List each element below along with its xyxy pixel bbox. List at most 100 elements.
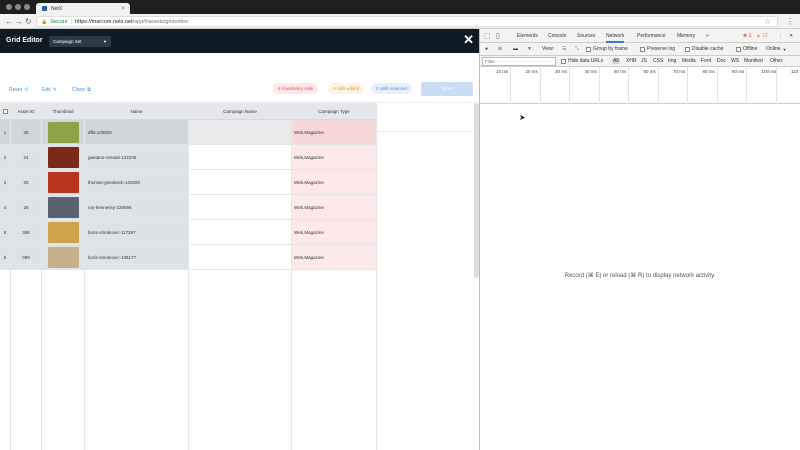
header-asset-id[interactable]: Asset ID [11, 103, 42, 120]
devtools-menu-icon[interactable]: ⋮ [778, 33, 783, 39]
offline-checkbox[interactable] [736, 46, 741, 52]
filter-type-all[interactable]: All [612, 58, 620, 64]
thumbnail-cell[interactable] [42, 220, 85, 245]
tab-elements[interactable]: Elements [517, 33, 538, 39]
name-cell[interactable]: thomas-griesbeck-133080 [85, 170, 189, 195]
campaign-type-cell[interactable]: Web,Magazine [292, 145, 377, 170]
large-rows-icon[interactable]: ☰ [562, 46, 566, 52]
name-cell[interactable]: gaetano-cessati-122235 [85, 145, 189, 170]
filter-type-css[interactable]: CSS [653, 58, 663, 64]
asset-id-cell[interactable]: 399 [11, 245, 42, 270]
header-thumbnail[interactable]: Thumbnail [42, 103, 85, 120]
filter-type-manifest[interactable]: Manifest [744, 58, 763, 64]
filter-input[interactable] [482, 57, 556, 66]
more-tabs-icon[interactable]: » [706, 33, 709, 39]
tab-network[interactable]: Network [606, 33, 625, 43]
offline-toggle[interactable]: Offline [736, 46, 757, 52]
browser-menu-icon[interactable]: ⋮ [786, 17, 794, 26]
group-by-frame-toggle[interactable]: Group by frame [586, 46, 628, 52]
group-by-frame-label: Group by frame [593, 46, 628, 52]
screenshot-icon[interactable]: ▬ [513, 46, 518, 52]
campaign-type-cell[interactable]: Web,Magazine [292, 120, 377, 145]
campaign-name-cell[interactable] [189, 245, 292, 270]
maximize-window-dot[interactable] [24, 4, 30, 10]
record-icon[interactable]: ● [485, 46, 488, 52]
header-campaign-name[interactable]: Campaign Name [189, 103, 292, 120]
timeline-gridline [657, 67, 659, 104]
close-icon[interactable]: ✕ [463, 33, 474, 46]
header-name[interactable]: Name [85, 103, 189, 120]
header-campaign-type[interactable]: Campaign Type [292, 103, 377, 120]
campaign-name-cell[interactable] [189, 220, 292, 245]
asset-id-cell[interactable]: 24 [11, 145, 42, 170]
asset-id-cell[interactable]: 35 [11, 120, 42, 145]
asset-id-cell[interactable]: 26 [11, 195, 42, 220]
warning-count-badge[interactable]: ▲ 12 [756, 33, 768, 39]
select-all-checkbox[interactable] [2, 109, 8, 114]
filter-icon[interactable]: ▼ [527, 46, 532, 52]
asset-id-cell[interactable]: 398 [11, 220, 42, 245]
thumbnail-cell[interactable] [42, 120, 85, 145]
name-cell[interactable]: roy-hennessy-229596 [85, 195, 189, 220]
reset-button[interactable]: Reset ↺ [9, 87, 28, 93]
campaign-name-cell[interactable] [189, 195, 292, 220]
edit-button[interactable]: Edit ✎ [42, 87, 57, 93]
pencil-icon: ✎ [52, 87, 57, 93]
browser-tab[interactable]: NetX × [36, 3, 130, 14]
filter-type-font[interactable]: Font [701, 58, 711, 64]
reload-icon[interactable]: ↻ [25, 17, 32, 26]
tab-memory[interactable]: Memory [677, 33, 695, 39]
campaign-name-cell[interactable] [189, 120, 292, 145]
thumbnail-cell[interactable] [42, 195, 85, 220]
close-window-dot[interactable] [6, 4, 12, 10]
disable-cache-toggle[interactable]: Disable cache [685, 46, 723, 52]
thumbnail-cell[interactable] [42, 170, 85, 195]
preserve-log-toggle[interactable]: Preserve log [640, 46, 675, 52]
filter-type-js[interactable]: JS [641, 58, 647, 64]
filter-type-doc[interactable]: Doc [717, 58, 726, 64]
error-count-badge[interactable]: ⊗ 1 [743, 33, 751, 39]
disable-cache-checkbox[interactable] [685, 46, 690, 52]
filter-type-xhr[interactable]: XHR [626, 58, 637, 64]
clear-icon[interactable]: ⊘ [498, 46, 502, 52]
filter-type-ws[interactable]: WS [731, 58, 739, 64]
filter-type-media[interactable]: Media [682, 58, 696, 64]
waterfall-icon[interactable]: ⤡ [575, 46, 579, 52]
campaign-type-cell[interactable]: Web,Magazine [292, 220, 377, 245]
campaign-type-cell[interactable]: Web,Magazine [292, 195, 377, 220]
close-devtools-icon[interactable]: ✕ [789, 33, 793, 39]
campaign-name-cell[interactable] [189, 170, 292, 195]
inspect-element-icon[interactable]: ⬚ [484, 32, 491, 40]
bookmark-star-icon[interactable]: ☆ [764, 17, 771, 26]
campaign-type-cell[interactable]: Web,Magazine [292, 170, 377, 195]
thumbnail-cell[interactable] [42, 145, 85, 170]
filter-type-other[interactable]: Other [770, 58, 783, 64]
hide-data-urls-toggle[interactable]: Hide data URLs [561, 58, 603, 64]
undo-icon: ↺ [24, 87, 29, 93]
campaign-name-cell[interactable] [189, 145, 292, 170]
hide-data-urls-checkbox[interactable] [561, 58, 566, 64]
network-timeline-overview[interactable]: 10 ms 20 ms 30 ms 40 ms 50 ms 60 ms 70 ms 80 ms… [480, 67, 800, 104]
campaign-type-cell[interactable]: Web,Magazine [292, 245, 377, 270]
forward-icon[interactable]: → [15, 17, 23, 26]
preserve-log-checkbox[interactable] [640, 46, 645, 52]
tab-console[interactable]: Console [548, 33, 566, 39]
filter-type-img[interactable]: Img [668, 58, 676, 64]
close-tab-icon[interactable]: × [121, 6, 125, 12]
clone-button[interactable]: Clone ⧉ [72, 87, 91, 93]
campaign-set-select[interactable]: Campaign Set ▼ [49, 36, 111, 47]
tab-sources[interactable]: Sources [577, 33, 595, 39]
device-toolbar-icon[interactable]: ▯ [496, 32, 500, 40]
name-cell[interactable]: boris-smokrovic-136177 [85, 245, 189, 270]
back-icon[interactable]: ← [5, 17, 13, 26]
tab-performance[interactable]: Performance [637, 33, 666, 39]
address-bar[interactable]: 🔒 Secure | https://marcom.netx.net /app/… [36, 16, 778, 27]
asset-id-cell[interactable]: 25 [11, 170, 42, 195]
group-by-frame-checkbox[interactable] [586, 46, 591, 52]
save-button[interactable]: Save [421, 82, 473, 96]
name-cell[interactable]: boris-smokrovic-117297 [85, 220, 189, 245]
name-cell[interactable]: dfkt-120820 [85, 120, 189, 145]
minimize-window-dot[interactable] [15, 4, 21, 10]
throttling-select[interactable]: Online ▼ [766, 46, 786, 52]
thumbnail-cell[interactable] [42, 245, 85, 270]
